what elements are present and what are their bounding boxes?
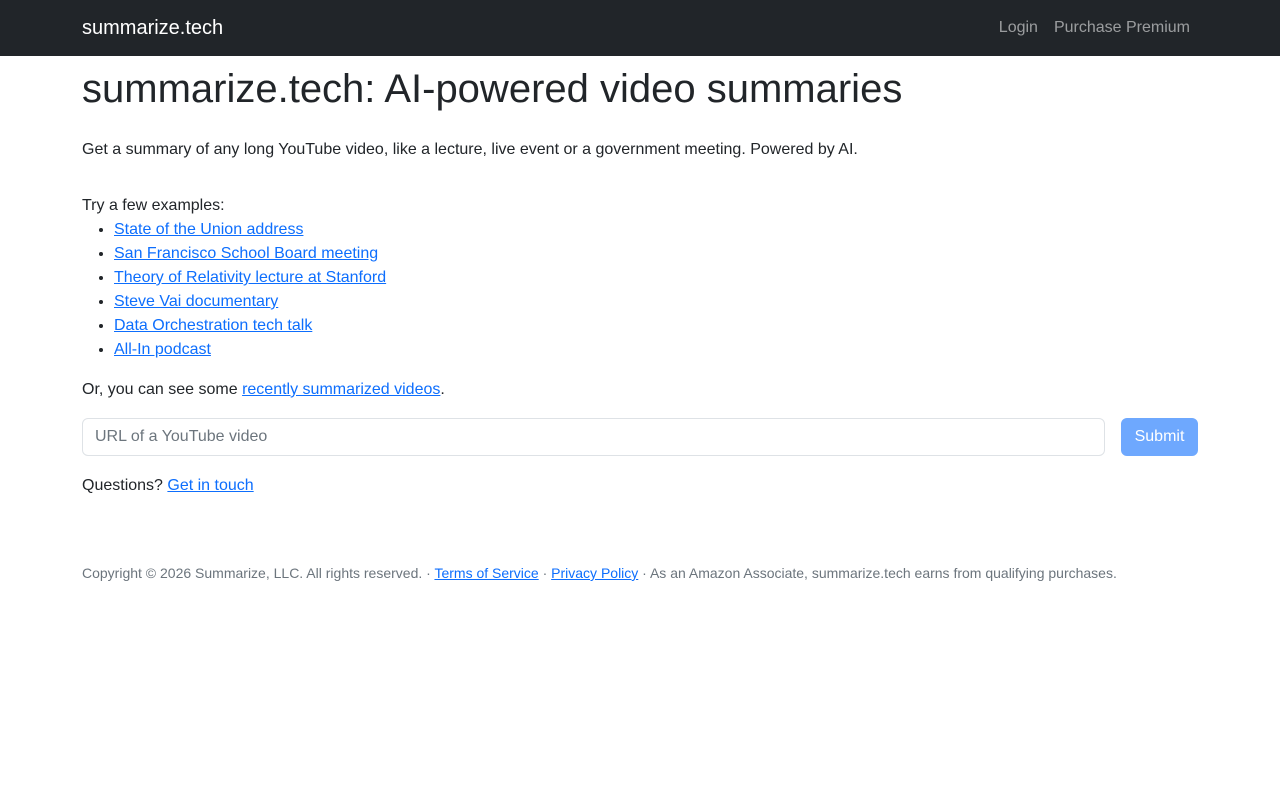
example-link-steve-vai[interactable]: Steve Vai documentary — [114, 293, 278, 310]
copyright-text: Copyright © 2026 Summarize, LLC. All rig… — [82, 565, 423, 581]
submit-button[interactable]: Submit — [1121, 418, 1198, 456]
terms-of-service-link[interactable]: Terms of Service — [434, 565, 538, 581]
summarize-form: Submit — [82, 418, 1198, 456]
footer-separator: · — [422, 565, 435, 581]
list-item: San Francisco School Board meeting — [114, 242, 1198, 266]
main-content: summarize.tech: AI-powered video summari… — [0, 65, 1280, 583]
recent-videos-link[interactable]: recently summarized videos — [242, 381, 440, 398]
list-item: Data Orchestration tech talk — [114, 314, 1198, 338]
list-item: Theory of Relativity lecture at Stanford — [114, 266, 1198, 290]
intro-text: Get a summary of any long YouTube video,… — [82, 141, 858, 158]
examples-list: State of the Union address San Francisco… — [82, 218, 1198, 362]
page-title: summarize.tech: AI-powered video summari… — [82, 67, 903, 111]
get-in-touch-link[interactable]: Get in touch — [167, 477, 253, 494]
list-item: Steve Vai documentary — [114, 290, 1198, 314]
top-navbar: summarize.tech Login Purchase Premium — [0, 0, 1280, 56]
footer: Copyright © 2026 Summarize, LLC. All rig… — [82, 563, 1198, 583]
purchase-premium-link[interactable]: Purchase Premium — [1054, 19, 1190, 37]
list-item: All-In podcast — [114, 338, 1198, 362]
youtube-url-input[interactable] — [82, 418, 1105, 456]
login-link[interactable]: Login — [999, 19, 1038, 37]
example-link-data-orchestration[interactable]: Data Orchestration tech talk — [114, 317, 312, 334]
examples-intro: Try a few examples: — [82, 197, 225, 214]
questions-text: Questions? Get in touch — [82, 474, 1198, 498]
example-link-state-of-union[interactable]: State of the Union address — [114, 221, 303, 238]
recent-prefix: Or, you can see some — [82, 381, 243, 398]
examples-section: Try a few examples: State of the Union a… — [82, 194, 1198, 362]
nav-links: Login Purchase Premium — [999, 19, 1190, 37]
amazon-associate-text: · As an Amazon Associate, summarize.tech… — [638, 565, 1117, 581]
example-link-sf-school-board[interactable]: San Francisco School Board meeting — [114, 245, 378, 262]
example-link-relativity-lecture[interactable]: Theory of Relativity lecture at Stanford — [114, 269, 386, 286]
privacy-policy-link[interactable]: Privacy Policy — [551, 565, 638, 581]
recent-suffix: . — [440, 381, 445, 398]
footer-separator: · — [538, 565, 552, 581]
questions-prefix: Questions? — [82, 477, 168, 494]
brand-link[interactable]: summarize.tech — [82, 17, 223, 40]
example-link-all-in-podcast[interactable]: All-In podcast — [114, 341, 211, 358]
recent-videos-text: Or, you can see some recently summarized… — [82, 378, 1198, 402]
list-item: State of the Union address — [114, 218, 1198, 242]
